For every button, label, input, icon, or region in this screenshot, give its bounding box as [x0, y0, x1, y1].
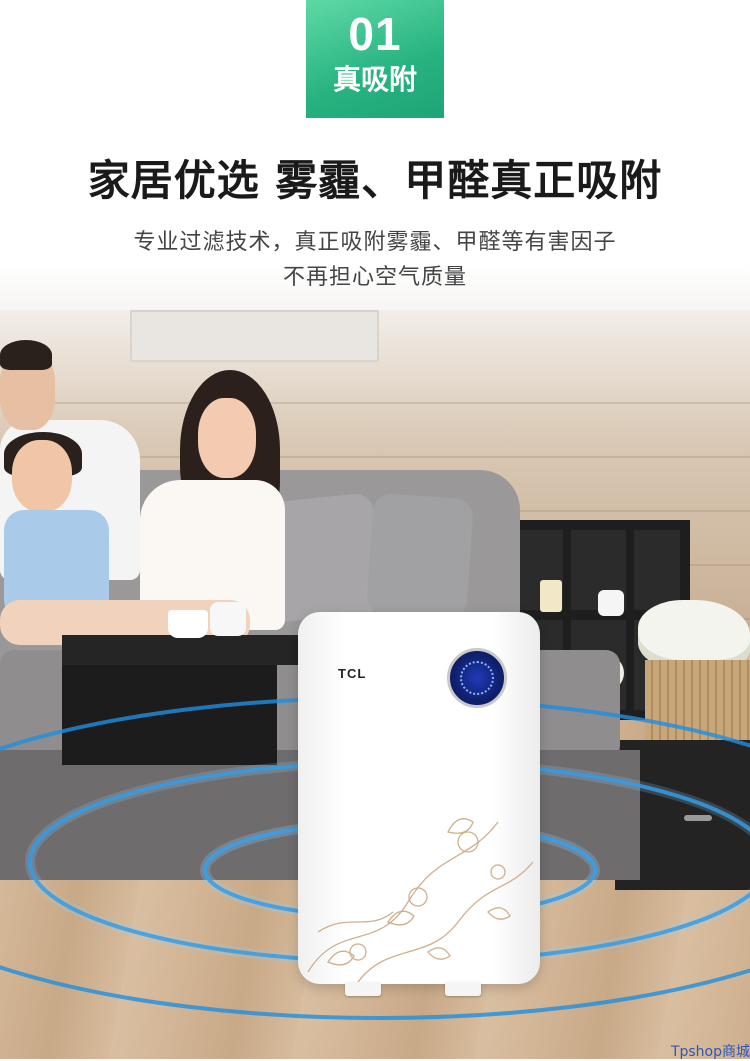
living-room-photo: TCL — [0, 310, 750, 1059]
subtitle-line-1: 专业过滤技术，真正吸附雾霾、甲醛等有害因子 — [133, 230, 617, 255]
control-panel-icon — [447, 648, 507, 708]
badge-number: 01 — [348, 8, 402, 60]
floral-pattern — [307, 818, 534, 983]
air-purifier: TCL — [298, 612, 540, 984]
headline: 家居优选 雾霾、甲醛真正吸附 — [87, 156, 663, 205]
section-badge: 01 真吸附 — [306, 0, 444, 118]
subtitle-line-2: 不再担心空气质量 — [282, 265, 467, 290]
watermark: Tpshop商城 — [670, 1044, 750, 1060]
brand-logo: TCL — [338, 666, 367, 681]
badge-title: 真吸附 — [332, 63, 417, 96]
purifier-feet — [345, 982, 495, 996]
